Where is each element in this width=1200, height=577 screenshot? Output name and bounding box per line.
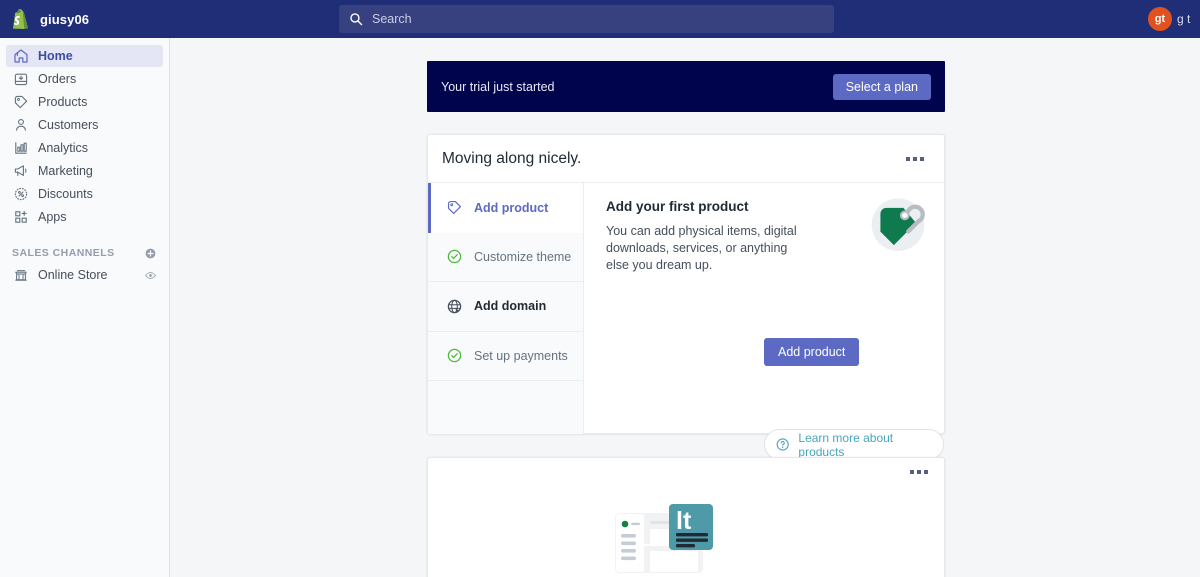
task-add-product[interactable]: Add product bbox=[428, 183, 583, 233]
sidebar-item-label: Home bbox=[38, 49, 73, 63]
sidebar-item-label: Products bbox=[38, 95, 88, 109]
sidebar-item-home[interactable]: Home bbox=[6, 45, 163, 67]
sidebar-item-label: Orders bbox=[38, 72, 77, 86]
orders-icon bbox=[12, 71, 29, 88]
trial-banner: Your trial just started Select a plan bbox=[427, 61, 945, 112]
marketing-megaphone-icon bbox=[12, 163, 29, 180]
dashboard-card-illustration: lt bbox=[615, 504, 713, 573]
learn-more-label: Learn more about products bbox=[798, 430, 894, 459]
onboarding-card: Moving along nicely. Add product Customi… bbox=[427, 134, 945, 460]
task-customize-theme[interactable]: Customize theme bbox=[428, 233, 583, 282]
learn-more-about-products-button[interactable]: Learn more about products bbox=[764, 429, 944, 460]
sidebar-item-label: Apps bbox=[38, 210, 67, 224]
check-circle-icon bbox=[445, 346, 464, 365]
sidebar-item-marketing[interactable]: Marketing bbox=[6, 160, 163, 182]
store-icon bbox=[12, 267, 29, 284]
sidebar-item-orders[interactable]: Orders bbox=[6, 68, 163, 90]
shopify-bag-icon bbox=[13, 9, 28, 29]
sidebar-channel-label: Online Store bbox=[38, 268, 108, 282]
question-circle-icon bbox=[776, 438, 789, 451]
home-icon bbox=[12, 48, 29, 65]
shop-name: giusy06 bbox=[40, 11, 90, 27]
tag-icon bbox=[445, 198, 464, 217]
secondary-card: lt bbox=[427, 457, 945, 577]
check-circle-icon bbox=[445, 247, 464, 266]
sidebar-item-online-store[interactable]: Online Store bbox=[6, 264, 163, 286]
setup-task-list: Add product Customize theme Add domain S… bbox=[428, 183, 584, 434]
shopify-logo[interactable] bbox=[5, 9, 33, 29]
trial-banner-text: Your trial just started bbox=[441, 79, 555, 94]
search-icon bbox=[350, 13, 363, 26]
task-list-spacer bbox=[428, 381, 583, 434]
sidebar-item-label: Customers bbox=[38, 118, 99, 132]
sidebar-item-apps[interactable]: Apps bbox=[6, 206, 163, 228]
user-initials-label: g t bbox=[1177, 12, 1191, 26]
customers-person-icon bbox=[12, 117, 29, 134]
add-product-button[interactable]: Add product bbox=[764, 338, 860, 366]
onboarding-card-header: Moving along nicely. bbox=[428, 135, 944, 183]
green-price-tag-illustration bbox=[871, 198, 925, 252]
top-bar: giusy06 Search gt g t bbox=[0, 0, 1200, 38]
plus-circle-icon[interactable] bbox=[144, 247, 157, 260]
sidebar-item-discounts[interactable]: Discounts bbox=[6, 183, 163, 205]
apps-grid-plus-icon bbox=[12, 209, 29, 226]
eye-icon[interactable] bbox=[144, 269, 157, 282]
analytics-bar-chart-icon bbox=[12, 140, 29, 157]
task-label: Set up payments bbox=[474, 348, 568, 363]
search-input[interactable]: Search bbox=[339, 5, 834, 33]
select-a-plan-button[interactable]: Select a plan bbox=[832, 73, 931, 100]
sidebar-item-label: Discounts bbox=[38, 187, 93, 201]
products-tag-icon bbox=[12, 94, 29, 111]
task-label: Add domain bbox=[474, 299, 547, 314]
task-label: Customize theme bbox=[474, 249, 572, 264]
sidebar: Home Orders Products Customers Analytics… bbox=[0, 38, 170, 577]
ellipsis-icon[interactable] bbox=[900, 151, 930, 167]
detail-description: You can add physical items, digital down… bbox=[606, 224, 797, 272]
sales-channels-header: SALES CHANNELS bbox=[12, 244, 157, 262]
page-title: Moving along nicely. bbox=[442, 149, 582, 167]
task-label: Add product bbox=[474, 200, 549, 215]
onboarding-body: Add product Customize theme Add domain S… bbox=[428, 183, 944, 460]
avatar[interactable]: gt bbox=[1148, 7, 1172, 31]
task-add-domain[interactable]: Add domain bbox=[428, 282, 583, 332]
main-content: Your trial just started Select a plan Mo… bbox=[170, 38, 1200, 577]
sales-channels-title: SALES CHANNELS bbox=[12, 247, 115, 259]
sidebar-item-analytics[interactable]: Analytics bbox=[6, 137, 163, 159]
sidebar-item-label: Analytics bbox=[38, 141, 89, 155]
task-set-up-payments[interactable]: Set up payments bbox=[428, 332, 583, 381]
sidebar-item-products[interactable]: Products bbox=[6, 91, 163, 113]
discounts-percent-icon bbox=[12, 186, 29, 203]
search-placeholder: Search bbox=[372, 12, 412, 26]
globe-icon bbox=[445, 297, 464, 316]
ellipsis-icon[interactable] bbox=[904, 464, 934, 480]
sidebar-item-label: Marketing bbox=[38, 164, 93, 178]
task-detail-panel: Add your first product You can add physi… bbox=[584, 183, 944, 460]
sidebar-item-customers[interactable]: Customers bbox=[6, 114, 163, 136]
illustration-text: lt bbox=[676, 507, 692, 535]
